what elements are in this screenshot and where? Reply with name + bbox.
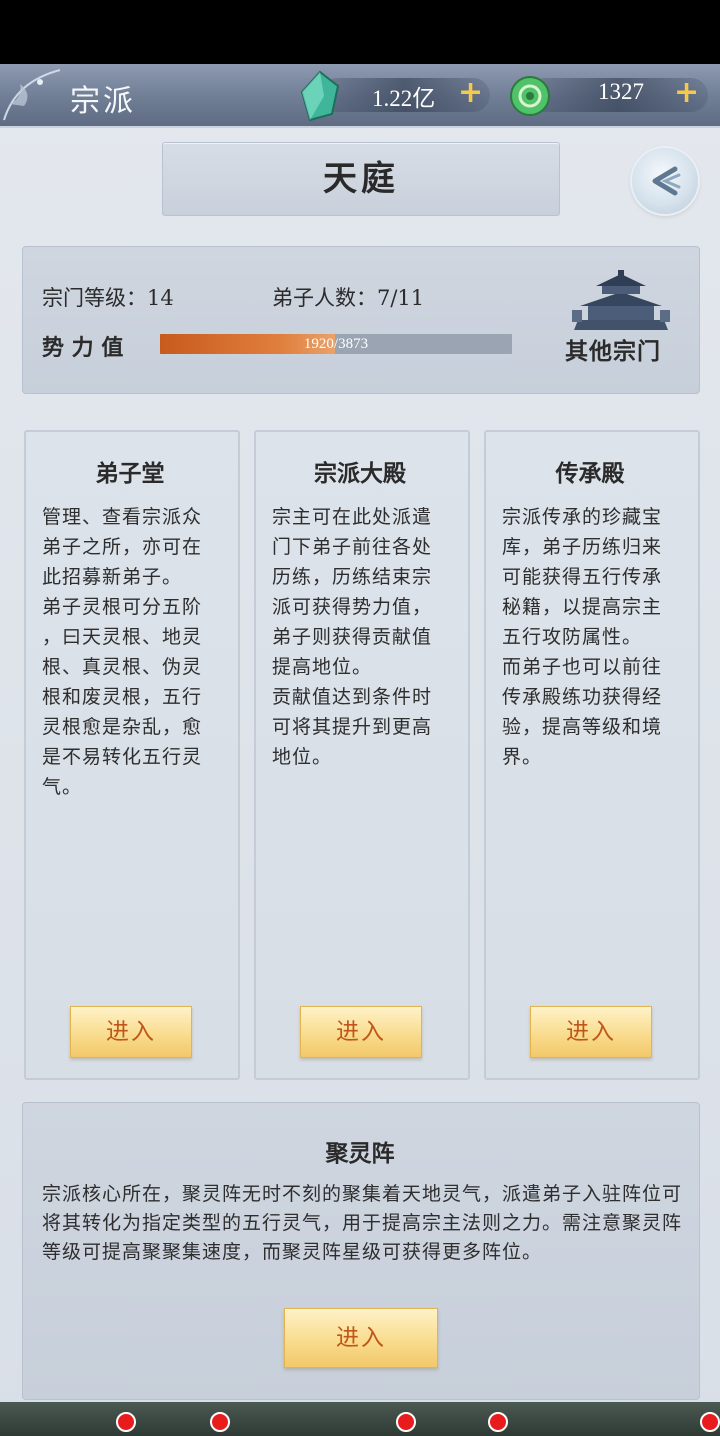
inheritance-hall-enter-button[interactable]: 进入 xyxy=(530,1006,652,1058)
bottom-nav-strip[interactable] xyxy=(0,1402,720,1436)
power-current: 1920 xyxy=(303,336,334,352)
power-label: 势 力 值 xyxy=(42,335,124,361)
power-progress-text: 1920/3873 xyxy=(160,334,512,354)
spirit-array-enter-button[interactable]: 进入 xyxy=(284,1308,438,1368)
other-sects-pavilion-icon[interactable] xyxy=(568,270,674,332)
inheritance-hall-description: 宗派传承的珍藏宝 库，弟子历练归来 可能获得五行传承 秘籍，以提高宗主 五行攻防… xyxy=(502,506,663,768)
back-button[interactable] xyxy=(632,148,698,214)
sect-hall-title: 宗派大殿 xyxy=(314,460,406,487)
crystal-amount: 1.22亿 xyxy=(372,86,436,111)
page-title: 宗派 xyxy=(70,84,136,119)
jade-token-icon xyxy=(510,76,550,116)
sect-level: 宗门等级：14 xyxy=(42,286,174,310)
enter-button-label: 进入 xyxy=(336,1325,386,1351)
sect-hall-description: 宗主可在此处派遣 门下弟子前往各处 历练，历练结束宗 派可获得势力值， 弟子则获… xyxy=(272,506,433,768)
add-jade-button[interactable]: + xyxy=(674,78,699,108)
enter-button-label: 进入 xyxy=(566,1019,616,1045)
notification-dot xyxy=(396,1412,416,1432)
disciple-count: 弟子人数：7/11 xyxy=(272,286,425,310)
sect-name-plate: 天庭 xyxy=(162,142,560,216)
spirit-array-title: 聚灵阵 xyxy=(325,1140,395,1167)
top-bar: 宗派 1.22亿 + 1327 + xyxy=(0,64,720,128)
notification-dot xyxy=(488,1412,508,1432)
jade-amount: 1327 xyxy=(598,79,644,104)
notification-dot xyxy=(700,1412,720,1432)
power-progress-bar: 1920/3873 xyxy=(160,334,512,354)
enter-button-label: 进入 xyxy=(106,1019,156,1045)
spirit-array-description: 宗派核心所在，聚灵阵无时不刻的聚集着天地灵气，派遣弟子入驻阵位可将其转化为指定类… xyxy=(42,1183,683,1263)
disciple-hall-description: 管理、查看宗派众 弟子之所，亦可在 此招募新弟子。 弟子灵根可分五阶 ，曰天灵根… xyxy=(42,506,203,798)
notification-dot xyxy=(116,1412,136,1432)
spirit-crystal-icon xyxy=(300,70,340,122)
power-max: /3873 xyxy=(333,336,369,352)
back-arrow-icon xyxy=(652,166,681,196)
other-sects-button[interactable]: 其他宗门 xyxy=(565,332,661,366)
disciple-hall-title: 弟子堂 xyxy=(95,460,165,487)
sect-name: 天庭 xyxy=(323,159,399,199)
notification-dot xyxy=(210,1412,230,1432)
sect-hall-enter-button[interactable]: 进入 xyxy=(300,1006,422,1058)
corner-ornament-icon xyxy=(3,69,61,121)
status-strip xyxy=(0,0,720,64)
enter-button-label: 进入 xyxy=(336,1019,386,1045)
disciple-hall-enter-button[interactable]: 进入 xyxy=(70,1006,192,1058)
add-crystal-button[interactable]: + xyxy=(458,78,483,108)
inheritance-hall-title: 传承殿 xyxy=(555,460,625,487)
